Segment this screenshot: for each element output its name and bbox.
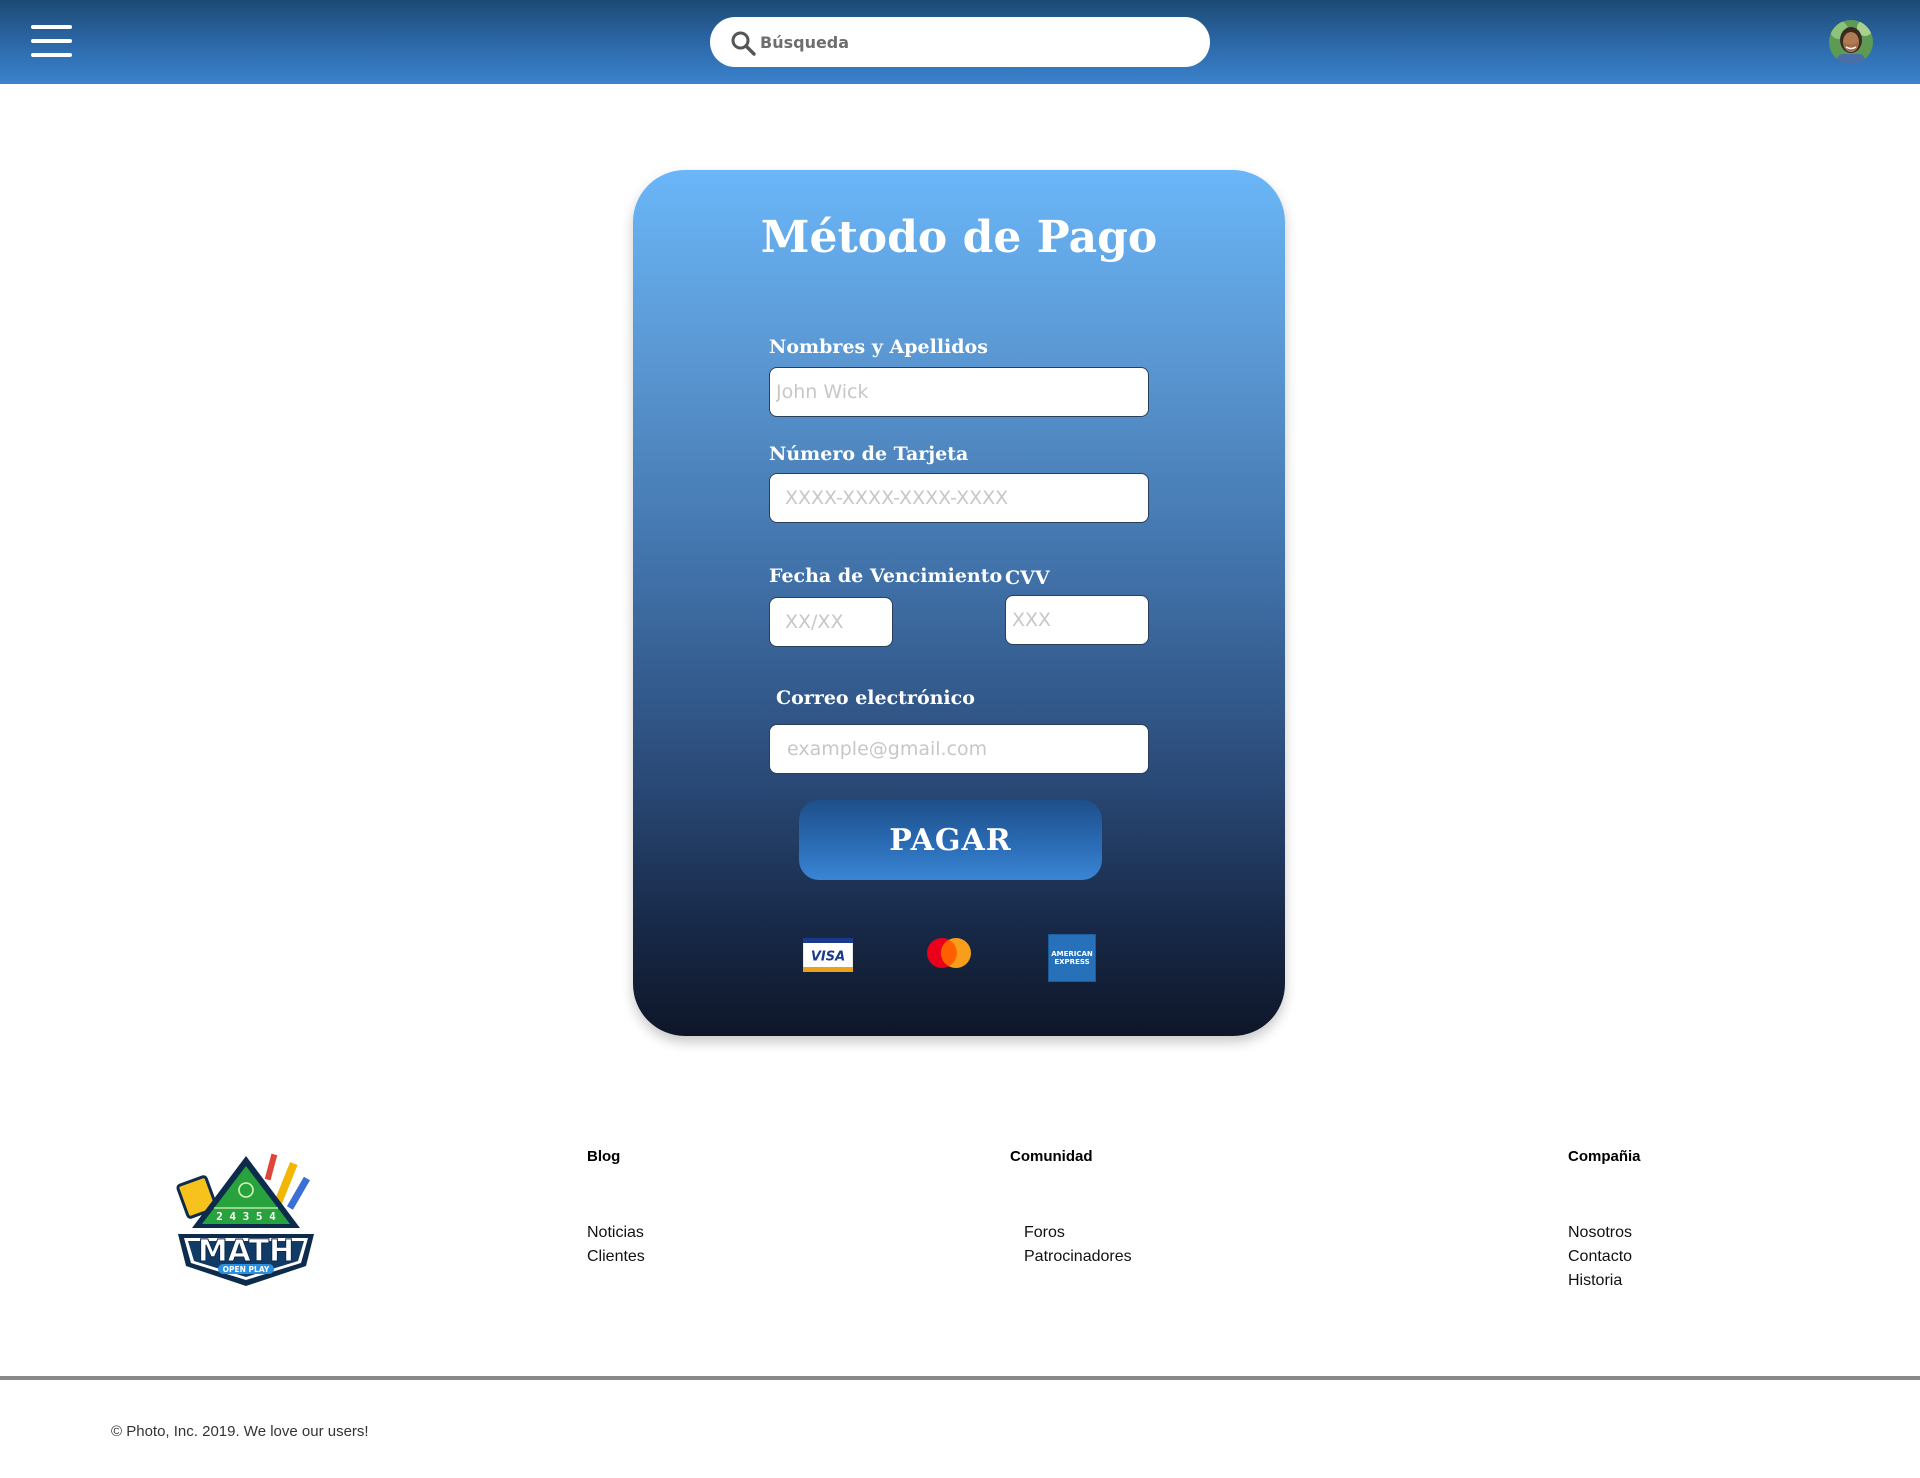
- user-avatar-image: [1829, 20, 1873, 64]
- svg-text:mastercard: mastercard: [935, 972, 963, 978]
- expiry-date-input[interactable]: [769, 597, 893, 647]
- footer-link-foros[interactable]: Foros: [1024, 1224, 1065, 1242]
- footer-divider: [0, 1376, 1920, 1380]
- copyright-text: © Photo, Inc. 2019. We love our users!: [111, 1423, 369, 1440]
- visa-card-icon: VISA: [803, 938, 853, 972]
- user-avatar[interactable]: [1829, 20, 1873, 64]
- footer-link-historia[interactable]: Historia: [1568, 1272, 1622, 1290]
- footer-link-noticias[interactable]: Noticias: [587, 1224, 644, 1242]
- search-input[interactable]: [758, 26, 1188, 58]
- svg-text:MATH: MATH: [198, 1234, 294, 1269]
- footer-link-clientes[interactable]: Clientes: [587, 1248, 645, 1266]
- mastercard-icon: mastercard: [927, 938, 971, 978]
- name-input[interactable]: [769, 367, 1149, 417]
- hamburger-menu-icon[interactable]: [31, 25, 72, 59]
- name-label: Nombres y Apellidos: [769, 336, 988, 358]
- footer-heading-compania: Compañia: [1568, 1148, 1641, 1165]
- footer-link-nosotros[interactable]: Nosotros: [1568, 1224, 1632, 1242]
- footer-link-patrocinadores[interactable]: Patrocinadores: [1024, 1248, 1132, 1266]
- american-express-icon: AMERICAN EXPRESS: [1048, 934, 1096, 982]
- svg-text:OPEN PLAY: OPEN PLAY: [223, 1265, 270, 1274]
- expiry-date-label: Fecha de Vencimiento: [769, 565, 1003, 587]
- email-input[interactable]: [769, 724, 1149, 774]
- payment-title: Método de Pago: [760, 212, 1158, 263]
- svg-text:VISA: VISA: [811, 950, 845, 965]
- payment-form-card: Método de Pago Nombres y Apellidos Númer…: [633, 170, 1285, 1036]
- search-icon: [731, 31, 756, 56]
- footer-heading-comunidad: Comunidad: [1010, 1148, 1093, 1165]
- card-number-input[interactable]: [769, 473, 1149, 523]
- math-open-play-logo: 2 4 3 5 4 MATH OPEN PLAY: [176, 1153, 314, 1286]
- svg-text:AMERICAN: AMERICAN: [1051, 950, 1093, 958]
- svg-text:2 4 3 5 4: 2 4 3 5 4: [216, 1210, 276, 1223]
- top-navigation-bar: [0, 0, 1920, 84]
- svg-text:EXPRESS: EXPRESS: [1054, 958, 1089, 966]
- pay-button[interactable]: PAGAR: [799, 800, 1102, 880]
- cvv-input[interactable]: [1005, 595, 1149, 645]
- search-bar[interactable]: [710, 17, 1210, 67]
- cvv-label: CVV: [1005, 567, 1050, 589]
- card-number-label: Número de Tarjeta: [769, 443, 969, 465]
- email-label: Correo electrónico: [776, 687, 975, 709]
- footer-link-contacto[interactable]: Contacto: [1568, 1248, 1632, 1266]
- footer-heading-blog: Blog: [587, 1148, 621, 1165]
